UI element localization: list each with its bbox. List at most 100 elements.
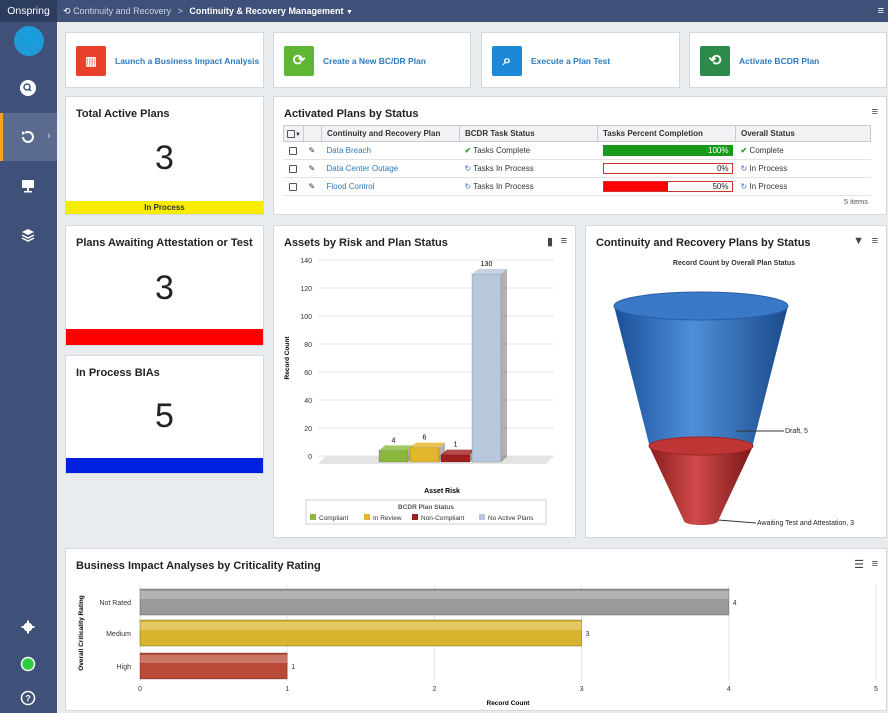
data-label: 4 (392, 437, 396, 444)
table-row[interactable]: ✎ Data Center Outage ↻ Tasks In Process … (283, 159, 871, 178)
bar-top (472, 269, 507, 274)
pencil-icon[interactable]: ✎ (303, 141, 322, 160)
in-process-bias-card[interactable]: In Process BIAs 5 (65, 355, 264, 474)
caret-down-icon[interactable]: ▼ (346, 9, 353, 16)
presentation-icon (20, 178, 36, 194)
assets-risk-card: Assets by Risk and Plan Status ▮ ≡ 0 20 40… (273, 225, 576, 538)
action-label: Activate BCDR Plan (739, 56, 820, 66)
funnel-segment-awaiting (649, 446, 753, 525)
bar-in-review (409, 447, 440, 463)
task-status: Tasks In Process (473, 182, 534, 191)
bia-icon: ▥ (76, 46, 106, 76)
bias-value: 5 (155, 397, 174, 435)
legend-entry: Non-Compliant (421, 515, 465, 522)
in-process-icon: ↻ (464, 182, 472, 191)
x-axis-label: Asset Risk (424, 488, 460, 495)
column-header[interactable]: Tasks Percent Completion (597, 125, 736, 142)
action-create-plan[interactable]: ⟳ Create a New BC/DR Plan (273, 32, 471, 88)
legend-title: BCDR Plan Status (398, 504, 454, 511)
nav-search[interactable] (0, 64, 57, 112)
nav-layers[interactable] (0, 211, 57, 259)
plan-link[interactable]: Data Center Outage (327, 164, 399, 173)
funnel-segment-draft (614, 306, 788, 454)
progress-bar: 50% (602, 181, 733, 192)
funnel-segment-top (648, 436, 754, 456)
search-icon: ⌕ (492, 46, 522, 76)
bar-compliant (378, 449, 409, 463)
row-checkbox[interactable] (283, 159, 304, 178)
assets-chart: 0 20 40 60 80 100 120 140 Record Count 4 6 1 130 Asse… (284, 258, 554, 525)
pencil-icon[interactable]: ✎ (303, 177, 322, 196)
nav-presentation[interactable] (0, 162, 57, 210)
task-status: Tasks In Process (473, 164, 534, 173)
nav-help[interactable]: ? (0, 674, 57, 713)
y-tick-label: 0 (308, 454, 312, 461)
menu-icon[interactable]: ≡ (872, 106, 878, 118)
action-label: Launch a Business Impact Analysis (115, 56, 260, 66)
chevron-right-icon: › (47, 130, 51, 142)
bar-non-compliant (440, 454, 471, 463)
legend-entry: Compliant (319, 515, 348, 522)
select-all-checkbox[interactable]: ▼ (283, 125, 304, 142)
legend-swatch (479, 514, 485, 520)
bar-no-active-plans (471, 273, 502, 463)
total-active-plans-card[interactable]: Total Active Plans 3 In Process (65, 96, 264, 215)
check-icon: ✔ (740, 146, 748, 155)
column-header[interactable]: Overall Status (735, 125, 871, 142)
activated-plans-card: Activated Plans by Status ≡ ▼ Continuity… (273, 96, 887, 215)
chart-title: Continuity and Recovery Plans by Status (596, 237, 811, 249)
action-activate-plan[interactable]: ⟲ Activate BCDR Plan (689, 32, 887, 88)
hamburger-menu-icon[interactable]: ≡ (878, 0, 884, 22)
action-launch-bia[interactable]: ▥ Launch a Business Impact Analysis (65, 32, 264, 88)
plan-link[interactable]: Flood Control (327, 182, 375, 191)
criticality-chart: 0 1 2 3 4 5 Record Count Overall Criticality Ra… (78, 585, 878, 707)
bar-side (501, 269, 507, 462)
svg-text:?: ? (25, 694, 31, 704)
progress-label: 100% (708, 146, 729, 155)
column-header[interactable]: BCDR Task Status (459, 125, 598, 142)
plan-link[interactable]: Data Breach (327, 146, 371, 155)
plans-by-status-card: Continuity and Recovery Plans by Status … (585, 225, 887, 538)
x-tick-label: 3 (580, 686, 584, 693)
action-execute-test[interactable]: ⌕ Execute a Plan Test (481, 32, 680, 88)
column-header[interactable]: Continuity and Recovery Plan (321, 125, 460, 142)
breadcrumb-parent[interactable]: Continuity and Recovery (73, 6, 171, 16)
x-axis-label: Record Count (487, 700, 531, 707)
activate-icon: ⟲ (700, 46, 730, 76)
status-bar (66, 458, 263, 473)
pencil-icon[interactable]: ✎ (303, 159, 322, 178)
breadcrumb-current[interactable]: Continuity & Recovery Management (189, 6, 343, 16)
data-label: 3 (586, 631, 590, 638)
awaiting-attestation-card[interactable]: Plans Awaiting Attestation or Test 3 (65, 225, 264, 346)
table-row[interactable]: ✎ Flood Control ↻ Tasks In Process 50% ↻… (283, 177, 871, 196)
menu-icon[interactable]: ≡ (872, 558, 878, 570)
row-checkbox[interactable] (283, 177, 304, 196)
y-tick-label: 140 (300, 258, 312, 265)
user-avatar[interactable] (14, 26, 44, 56)
status-bar (66, 329, 263, 345)
bar-top (410, 442, 445, 448)
refresh-icon: ⟲ (63, 6, 71, 16)
plans-table: ▼ Continuity and Recovery Plan BCDR Task… (283, 125, 871, 196)
nav-continuity[interactable]: › (0, 113, 57, 161)
card-title: Plans Awaiting Attestation or Test (76, 237, 253, 249)
progress-label: 0% (716, 164, 729, 173)
bar-highlight (140, 655, 288, 663)
table-row[interactable]: ✎ Data Breach ✔ Tasks Complete 100% ✔ Co… (283, 141, 871, 160)
status-bar: In Process (66, 201, 263, 214)
total-active-value: 3 (155, 139, 174, 177)
breadcrumb: ⟲ Continuity and Recovery > Continuity &… (63, 0, 353, 24)
filter-icon[interactable]: ▼ (853, 235, 864, 247)
x-tick-label: 5 (874, 686, 878, 693)
top-bar: ⟲ Continuity and Recovery > Continuity &… (57, 0, 888, 22)
menu-icon[interactable]: ≡ (872, 235, 878, 247)
row-checkbox[interactable] (283, 141, 304, 160)
data-label: 4 (733, 600, 737, 607)
action-label: Execute a Plan Test (531, 56, 611, 66)
x-tick-label: 2 (432, 686, 436, 693)
bar-chart-icon[interactable]: ☰ (854, 558, 864, 571)
app-logo[interactable]: Onspring (0, 0, 57, 22)
breadcrumb-separator: > (177, 6, 183, 16)
data-label: 6 (423, 435, 427, 442)
card-title: Total Active Plans (76, 108, 170, 120)
